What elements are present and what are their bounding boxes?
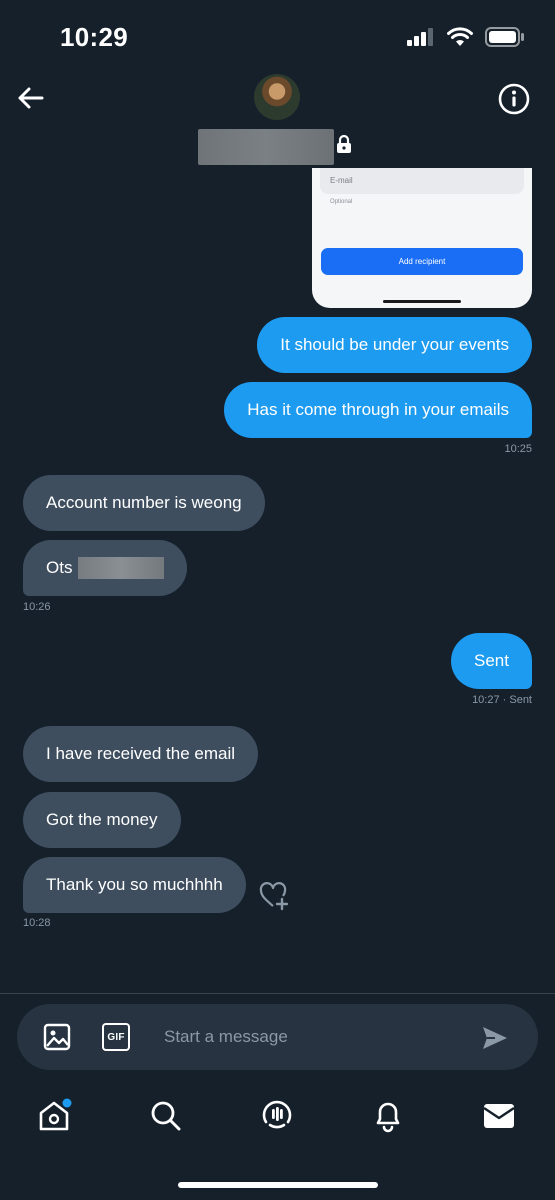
message-input[interactable]: [150, 1019, 478, 1055]
optional-hint: Optional: [330, 199, 353, 205]
home-icon: [39, 1098, 72, 1131]
nav-messages[interactable]: [481, 1098, 517, 1134]
sent-message[interactable]: It should be under your events: [257, 317, 532, 373]
messages-icon: [483, 1104, 515, 1128]
spaces-icon: [262, 1100, 292, 1129]
received-message[interactable]: Account number is weong: [23, 475, 265, 531]
add-recipient-button-preview: Add recipient: [321, 248, 523, 275]
redacted-username: [198, 129, 334, 165]
nav-notifications[interactable]: [370, 1098, 406, 1134]
lock-icon: [337, 134, 351, 153]
back-button[interactable]: [12, 82, 48, 114]
send-icon[interactable]: [480, 1023, 510, 1053]
message-timestamp: 10:25: [504, 443, 532, 455]
cellular-signal-icon: [407, 28, 433, 46]
email-field-label: E-mail: [330, 176, 353, 185]
nav-home[interactable]: [37, 1098, 73, 1134]
received-message[interactable]: Thank you so muchhhh: [23, 857, 246, 913]
divider: [0, 993, 555, 994]
message-status: 10:27 · Sent: [472, 694, 532, 706]
image-icon[interactable]: [42, 1022, 72, 1052]
wifi-icon: [447, 27, 473, 46]
received-message[interactable]: I have received the email: [23, 726, 258, 782]
status-time: 10:29: [60, 22, 128, 52]
search-icon: [151, 1101, 181, 1131]
gif-label: GIF: [107, 1031, 125, 1043]
sent-message[interactable]: Sent: [451, 633, 532, 689]
message-timestamp: 10:28: [23, 917, 51, 929]
info-icon[interactable]: [497, 82, 531, 116]
received-message[interactable]: Got the money: [23, 792, 181, 848]
notifications-icon: [376, 1102, 400, 1133]
home-indicator-preview: [383, 300, 461, 303]
home-indicator: [178, 1182, 378, 1188]
image-attachment[interactable]: E-mail Optional Add recipient: [312, 168, 532, 308]
redacted-text: [78, 557, 165, 579]
battery-icon: [485, 27, 524, 47]
add-reaction-icon[interactable]: [258, 880, 290, 912]
nav-search[interactable]: [148, 1098, 184, 1134]
message-timestamp: 10:26: [23, 601, 51, 613]
status-icons: [407, 24, 525, 50]
sent-message[interactable]: Has it come through in your emails: [224, 382, 532, 438]
avatar[interactable]: [254, 74, 300, 120]
received-message[interactable]: Ots: [23, 540, 188, 596]
nav-spaces[interactable]: [259, 1098, 295, 1134]
back-arrow-icon: [18, 87, 44, 109]
gif-icon[interactable]: GIF: [102, 1023, 130, 1051]
